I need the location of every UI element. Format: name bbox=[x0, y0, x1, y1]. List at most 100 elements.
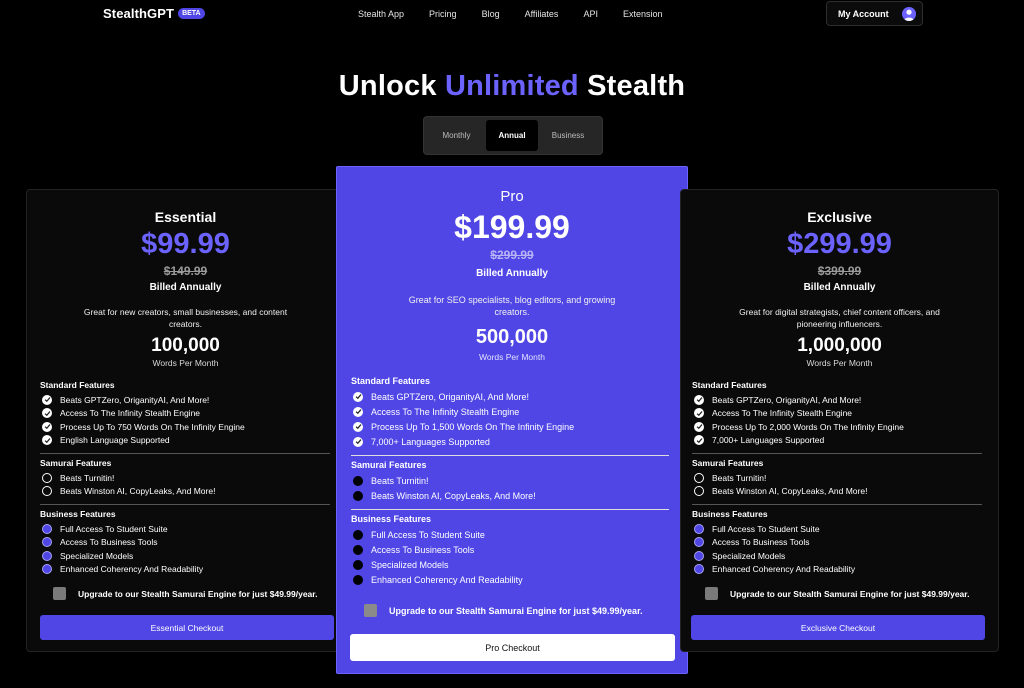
check-icon bbox=[353, 406, 363, 417]
feature-item: Beats GPTZero, OriganityAI, And More! bbox=[40, 393, 330, 407]
check-icon bbox=[353, 391, 363, 402]
black-circle-icon bbox=[353, 574, 363, 585]
feature-item: Beats GPTZero, OriganityAI, And More! bbox=[692, 393, 982, 407]
toggle-business[interactable]: Business bbox=[538, 120, 598, 151]
plan-description: Great for new creators, small businesses… bbox=[83, 307, 288, 329]
plan-name: Pro bbox=[500, 188, 524, 205]
words-label: Words Per Month bbox=[479, 352, 545, 362]
plan-price: $99.99 bbox=[141, 228, 230, 260]
brand-name: StealthGPT bbox=[103, 6, 175, 21]
black-circle-icon bbox=[353, 475, 363, 486]
blue-circle-icon bbox=[42, 550, 52, 561]
nav-link-stealth-app[interactable]: Stealth App bbox=[358, 9, 404, 19]
plan-old-price: $399.99 bbox=[817, 264, 862, 278]
nav-link-affiliates[interactable]: Affiliates bbox=[525, 9, 559, 19]
check-icon bbox=[42, 435, 52, 446]
feature-item: 7,000+ Languages Supported bbox=[351, 434, 671, 449]
divider bbox=[40, 453, 330, 454]
plan-card-exclusive: Exclusive $299.99 $399.99 Billed Annuall… bbox=[680, 189, 999, 652]
feature-item: Beats Turnitin! bbox=[351, 473, 671, 488]
check-icon bbox=[694, 435, 704, 446]
my-account-button[interactable]: My Account bbox=[826, 1, 923, 26]
plan-name: Exclusive bbox=[807, 209, 872, 225]
toggle-monthly[interactable]: Monthly bbox=[427, 120, 486, 151]
words-count: 500,000 bbox=[475, 326, 549, 348]
plan-description: Great for SEO specialists, blog editors,… bbox=[408, 295, 616, 317]
title-post: Stealth bbox=[587, 70, 686, 102]
feature-item: Specialized Models bbox=[351, 557, 671, 572]
samurai-upsell: Upgrade to our Stealth Samurai Engine fo… bbox=[364, 604, 643, 617]
nav-link-extension[interactable]: Extension bbox=[623, 9, 663, 19]
upsell-text: Upgrade to our Stealth Samurai Engine fo… bbox=[730, 588, 970, 599]
words-count: 1,000,000 bbox=[797, 335, 882, 356]
nav-link-blog[interactable]: Blog bbox=[482, 9, 500, 19]
words-count: 100,000 bbox=[151, 335, 220, 356]
blue-circle-icon bbox=[694, 523, 704, 534]
plan-card-pro: Pro $199.99 $299.99 Billed Annually Grea… bbox=[336, 166, 688, 674]
empty-circle-icon bbox=[694, 472, 704, 483]
feature-item: Beats GPTZero, OriganityAI, And More! bbox=[351, 389, 671, 404]
nav-link-pricing[interactable]: Pricing bbox=[429, 9, 457, 19]
feature-item: Beats Turnitin! bbox=[692, 471, 982, 485]
nav-link-api[interactable]: API bbox=[583, 9, 598, 19]
plan-description: Great for digital strategists, chief con… bbox=[739, 307, 940, 329]
divider bbox=[692, 453, 982, 454]
top-nav: StealthGPT BETA Stealth App Pricing Blog… bbox=[0, 0, 1024, 27]
feature-item: Enhanced Coherency And Readability bbox=[40, 563, 330, 577]
feature-item: 7,000+ Languages Supported bbox=[692, 434, 982, 448]
plan-old-price: $149.99 bbox=[163, 264, 208, 278]
user-avatar-icon bbox=[901, 6, 916, 21]
standard-features-title: Standard Features bbox=[692, 380, 767, 390]
divider bbox=[351, 455, 669, 456]
check-icon bbox=[42, 394, 52, 405]
nav-links: Stealth App Pricing Blog Affiliates API … bbox=[358, 9, 687, 19]
plan-card-essential: Essential $99.99 $149.99 Billed Annually… bbox=[26, 189, 345, 652]
billing-note: Billed Annually bbox=[149, 282, 222, 293]
feature-list: Standard Features Beats GPTZero, Origani… bbox=[351, 376, 671, 587]
feature-item: Access To The Infinity Stealth Engine bbox=[351, 404, 671, 419]
feature-item: Process Up To 750 Words On The Infinity … bbox=[40, 420, 330, 434]
samurai-features-title: Samurai Features bbox=[40, 458, 112, 468]
black-circle-icon bbox=[353, 490, 363, 501]
billing-period-toggle: Monthly Annual Business bbox=[423, 116, 603, 155]
feature-item: Access To Business Tools bbox=[40, 536, 330, 550]
feature-item: Access To The Infinity Stealth Engine bbox=[40, 407, 330, 421]
black-circle-icon bbox=[353, 529, 363, 540]
plan-price: $199.99 bbox=[454, 209, 570, 245]
feature-item: Beats Winston AI, CopyLeaks, And More! bbox=[692, 485, 982, 499]
feature-item: Beats Winston AI, CopyLeaks, And More! bbox=[351, 488, 671, 503]
samurai-upsell: Upgrade to our Stealth Samurai Engine fo… bbox=[53, 587, 318, 600]
billing-note: Billed Annually bbox=[476, 268, 548, 279]
upsell-checkbox[interactable] bbox=[364, 604, 377, 617]
feature-item: Access To Business Tools bbox=[692, 536, 982, 550]
feature-list: Standard Features Beats GPTZero, Origani… bbox=[692, 380, 982, 576]
divider bbox=[40, 504, 330, 505]
upsell-checkbox[interactable] bbox=[53, 587, 66, 600]
samurai-features-title: Samurai Features bbox=[692, 458, 764, 468]
feature-item: Process Up To 1,500 Words On The Infinit… bbox=[351, 419, 671, 434]
feature-item: Enhanced Coherency And Readability bbox=[351, 572, 671, 587]
blue-circle-icon bbox=[42, 537, 52, 548]
billing-note: Billed Annually bbox=[803, 282, 876, 293]
samurai-features-title: Samurai Features bbox=[351, 460, 427, 470]
check-icon bbox=[42, 421, 52, 432]
samurai-upsell: Upgrade to our Stealth Samurai Engine fo… bbox=[705, 587, 970, 600]
blue-circle-icon bbox=[694, 537, 704, 548]
title-pre: Unlock bbox=[338, 70, 437, 102]
feature-item: Enhanced Coherency And Readability bbox=[692, 563, 982, 577]
feature-item: Access To The Infinity Stealth Engine bbox=[692, 407, 982, 421]
essential-checkout-button[interactable]: Essential Checkout bbox=[40, 615, 334, 640]
feature-item: Specialized Models bbox=[40, 549, 330, 563]
blue-circle-icon bbox=[694, 550, 704, 561]
check-icon bbox=[353, 436, 363, 447]
upsell-checkbox[interactable] bbox=[705, 587, 718, 600]
brand-logo[interactable]: StealthGPT BETA bbox=[103, 6, 205, 21]
exclusive-checkout-button[interactable]: Exclusive Checkout bbox=[691, 615, 985, 640]
feature-item: Full Access To Student Suite bbox=[40, 522, 330, 536]
blue-circle-icon bbox=[42, 564, 52, 575]
upsell-text: Upgrade to our Stealth Samurai Engine fo… bbox=[389, 605, 643, 616]
toggle-annual[interactable]: Annual bbox=[486, 120, 538, 151]
pro-checkout-button[interactable]: Pro Checkout bbox=[350, 634, 675, 661]
check-icon bbox=[694, 394, 704, 405]
feature-item: Specialized Models bbox=[692, 549, 982, 563]
